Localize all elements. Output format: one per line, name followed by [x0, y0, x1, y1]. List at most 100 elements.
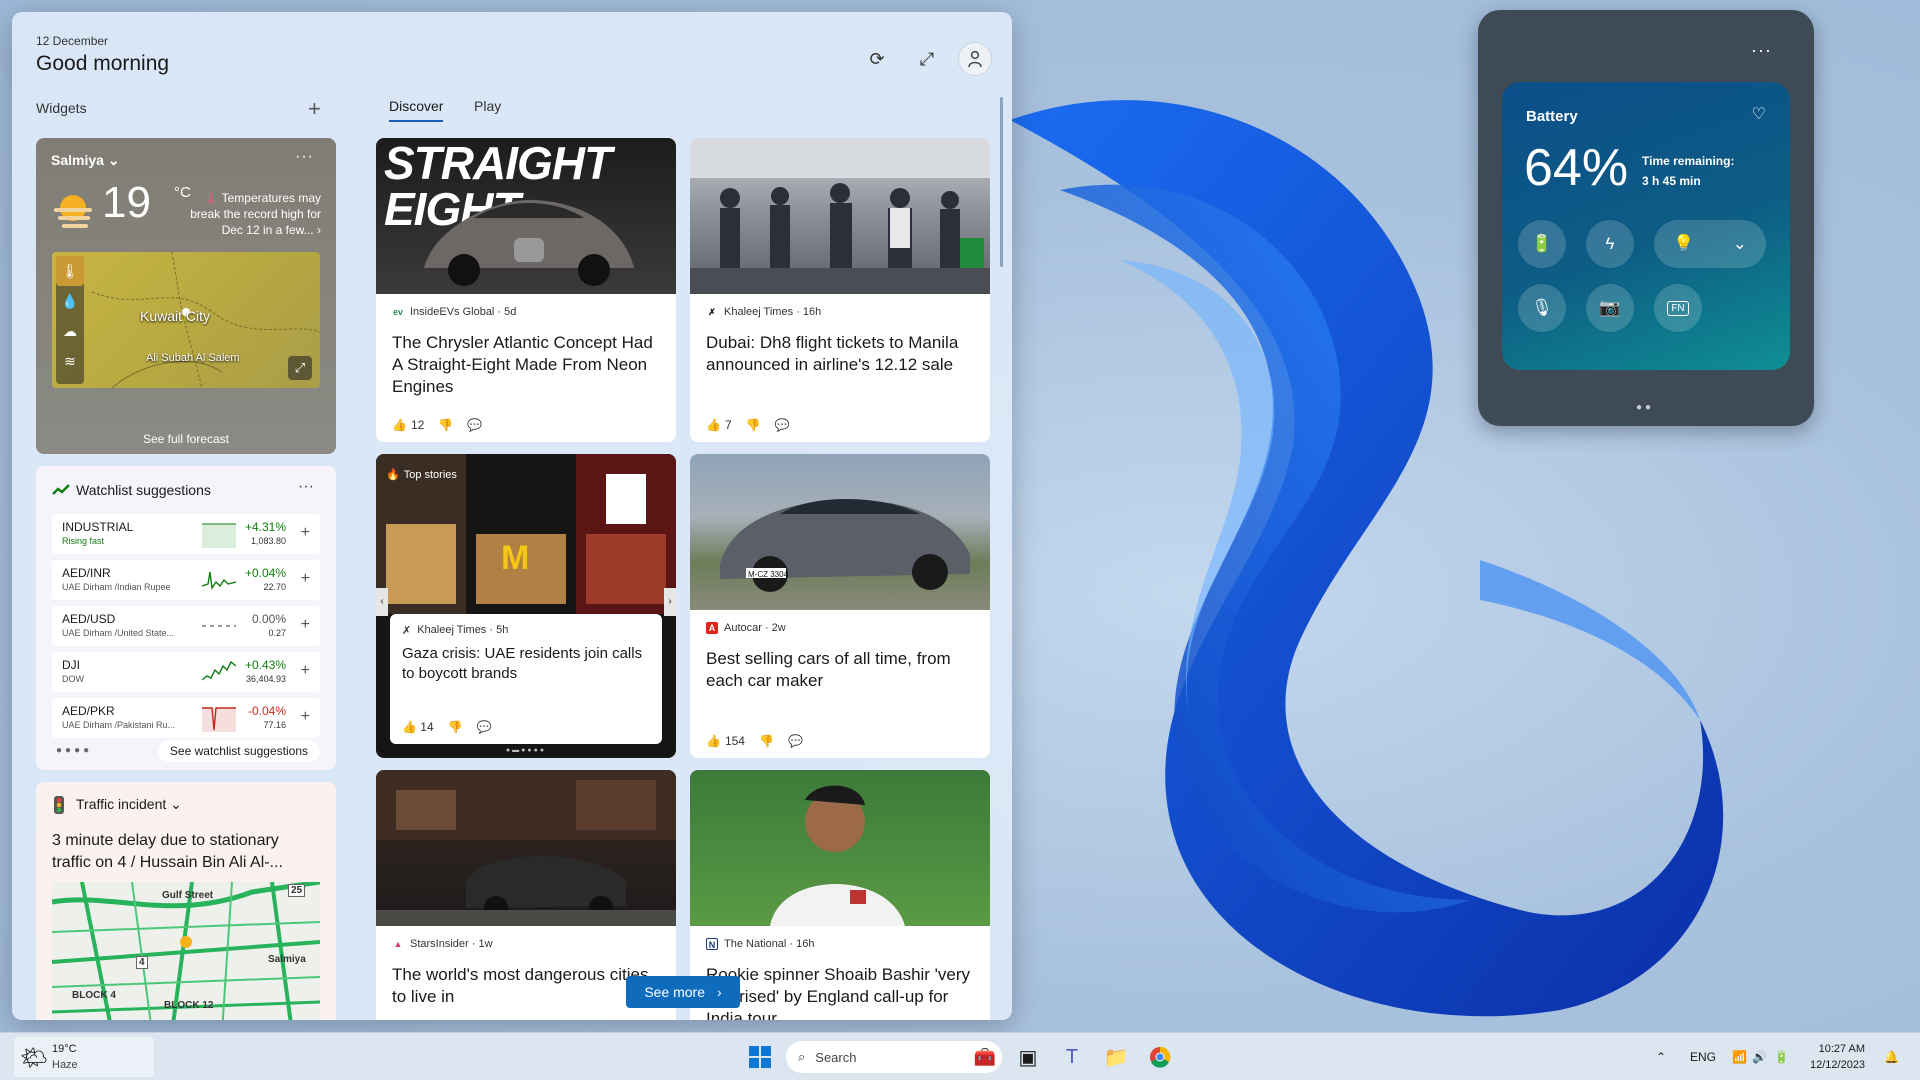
taskbar-weather[interactable]: 🌤 19°C Haze [14, 1037, 154, 1077]
watchlist-row[interactable]: AED/PKR UAE Dirham /Pakistani Ru... -0.0… [52, 698, 320, 738]
watchlist-row[interactable]: INDUSTRIAL Rising fast +4.31% 1,083.80 + [52, 514, 320, 554]
weather-location[interactable]: Salmiya ⌄ [51, 152, 120, 169]
like-button[interactable]: 👍 154 [706, 734, 745, 748]
thumbs-down-icon[interactable]: 👎 [448, 720, 463, 734]
news-source[interactable]: ▲ StarsInsider · 1w [392, 938, 493, 950]
news-title[interactable]: Rookie spinner Shoaib Bashir 'very surpr… [706, 964, 976, 1020]
show-hidden-icons-button[interactable]: ⌃ [1656, 1033, 1666, 1080]
carousel-next-button[interactable]: › [664, 588, 676, 616]
news-title[interactable]: Gaza crisis: UAE residents join calls to… [402, 644, 652, 684]
top-stories-card[interactable]: M 🔥 Top stories ‹ › ✗ Khaleej Times · 5h G… [376, 454, 676, 758]
news-card[interactable]: STRAIGHT EIGHT ev InsideEVs Global · 5d T… [376, 138, 676, 442]
news-card[interactable]: M-CZ 3304 A Autocar · 2w Best selling car… [690, 454, 990, 758]
news-image: M-CZ 3304 [690, 454, 990, 610]
microphone-button[interactable]: 🎙 [1518, 284, 1566, 332]
chrome-icon[interactable] [1144, 1041, 1176, 1073]
add-to-watchlist-button[interactable]: + [301, 616, 310, 634]
add-to-watchlist-button[interactable]: + [301, 524, 310, 542]
news-title[interactable]: Best selling cars of all time, from each… [706, 648, 976, 692]
comment-icon[interactable]: 💬 [788, 734, 803, 748]
notification-bell-icon[interactable]: 🔔 [1884, 1033, 1899, 1080]
file-explorer-icon[interactable]: 📁 [1100, 1041, 1132, 1073]
tab-discover[interactable]: Discover [389, 98, 444, 122]
temperature-layer-icon[interactable]: 🌡 [56, 256, 84, 286]
add-widget-button[interactable]: + [308, 96, 321, 122]
battery-page-dots[interactable]: ●● [1636, 402, 1654, 413]
pagination-dots[interactable]: ●●●● [56, 745, 92, 756]
wind-layer-icon[interactable]: ≋ [56, 346, 84, 376]
wifi-icon[interactable]: 📶 [1732, 1033, 1747, 1080]
thumbs-up-icon: 👍 [392, 418, 407, 432]
comment-off-icon[interactable]: 💬 [477, 720, 492, 734]
like-button[interactable]: 👍 7 [706, 418, 732, 432]
expand-icon[interactable]: ⤢ [910, 42, 944, 76]
weather-alert[interactable]: 🌡 Temperatures may break the record high… [186, 190, 321, 238]
battery-health-icon[interactable]: ♡ [1752, 104, 1766, 124]
cloud-layer-icon[interactable]: ☁ [56, 316, 84, 346]
see-full-forecast-link[interactable]: See full forecast [36, 432, 336, 446]
news-source[interactable]: N The National · 16h [706, 938, 815, 950]
language-indicator[interactable]: ENG [1690, 1033, 1716, 1080]
news-source[interactable]: A Autocar · 2w [706, 622, 786, 634]
avatar-icon[interactable] [958, 42, 992, 76]
stock-symbol: DJI [62, 658, 80, 672]
thumbs-down-icon[interactable]: 👎 [746, 418, 761, 432]
task-view-icon[interactable]: ▣ [1012, 1041, 1044, 1073]
news-title[interactable]: The world's most dangerous cities to liv… [392, 964, 662, 1008]
fn-lock-button[interactable]: FN [1654, 284, 1702, 332]
map-layer-toolbar[interactable]: 🌡 💧 ☁ ≋ [56, 256, 84, 384]
camera-button[interactable]: 📷 [1586, 284, 1634, 332]
volume-icon[interactable]: 🔊 [1752, 1033, 1767, 1080]
more-options-icon[interactable]: ··· [298, 478, 314, 496]
like-button[interactable]: 👍 12 [392, 418, 424, 432]
weather-map[interactable]: 🌡 💧 ☁ ≋ Kuwait City Ali Subah Al Salem ⤢ [52, 252, 320, 388]
weather-widget[interactable]: Salmiya ⌄ ··· 19 °C 🌡 Temperatures may b… [36, 138, 336, 454]
watchlist-row[interactable]: AED/USD UAE Dirham /United State... 0.00… [52, 606, 320, 646]
map-expand-icon[interactable]: ⤢ [288, 356, 312, 380]
start-button[interactable] [744, 1041, 776, 1073]
top-story-item[interactable]: ✗ Khaleej Times · 5h Gaza crisis: UAE res… [390, 614, 662, 744]
taskbar-clock[interactable]: 10:27 AM 12/12/2023 [1810, 1041, 1865, 1073]
cricketer-graphic [770, 785, 905, 926]
sun-haze-icon [54, 195, 92, 228]
stock-subtitle: DOW [62, 674, 84, 684]
more-options-icon[interactable]: ··· [295, 148, 314, 166]
tab-play[interactable]: Play [474, 98, 501, 120]
news-source[interactable]: ev InsideEVs Global · 5d [392, 306, 516, 318]
traffic-map[interactable]: Gulf Street Salmiya BLOCK 4 BLOCK 12 25 … [52, 882, 320, 1020]
precipitation-layer-icon[interactable]: 💧 [56, 286, 84, 316]
teams-icon[interactable]: T [1056, 1041, 1088, 1073]
add-to-watchlist-button[interactable]: + [301, 570, 310, 588]
battery-icon[interactable]: 🔋 [1774, 1033, 1789, 1080]
thumbs-down-icon[interactable]: 👎 [759, 734, 774, 748]
thumbs-down-icon[interactable]: 👎 [438, 418, 453, 432]
like-button[interactable]: 👍 14 [402, 720, 434, 734]
feed-scrollbar[interactable] [1000, 97, 1003, 267]
news-card[interactable]: ✗ Khaleej Times · 16h Dubai: Dh8 flight t… [690, 138, 990, 442]
brightness-control[interactable]: 💡 ⌄ [1654, 220, 1766, 268]
news-title[interactable]: Dubai: Dh8 flight tickets to Manila anno… [706, 332, 976, 376]
more-options-icon[interactable]: ··· [1751, 40, 1772, 61]
see-more-button[interactable]: See more › [626, 976, 740, 1008]
carousel-dots[interactable]: ●▬●●●● [376, 747, 676, 754]
news-source[interactable]: ✗ Khaleej Times · 5h [402, 624, 508, 637]
thumbs-up-icon: 👍 [706, 418, 721, 432]
carousel-prev-button[interactable]: ‹ [376, 588, 388, 616]
see-watchlist-suggestions-link[interactable]: See watchlist suggestions [157, 740, 320, 762]
watchlist-row[interactable]: AED/INR UAE Dirham /Indian Rupee +0.04% … [52, 560, 320, 600]
comment-icon[interactable]: 💬 [775, 418, 790, 432]
add-to-watchlist-button[interactable]: + [301, 708, 310, 726]
add-to-watchlist-button[interactable]: + [301, 662, 310, 680]
taskbar-search[interactable]: ⌕ Search 🧰 [786, 1041, 1002, 1073]
battery-saver-button[interactable]: 🔋 [1518, 220, 1566, 268]
traffic-title[interactable]: Traffic incident ⌄ [76, 796, 182, 813]
sparkline-chart [202, 625, 236, 627]
comment-icon[interactable]: 💬 [467, 418, 482, 432]
news-source[interactable]: ✗ Khaleej Times · 16h [706, 306, 821, 318]
watchlist-row[interactable]: DJI DOW +0.43% 36,404.93 + [52, 652, 320, 692]
news-title[interactable]: The Chrysler Atlantic Concept Had A Stra… [392, 332, 662, 398]
news-actions: 👍 12 👎 💬 [392, 418, 482, 432]
power-mode-button[interactable]: ϟ [1586, 220, 1634, 268]
traffic-widget[interactable]: Traffic incident ⌄ 3 minute delay due to… [36, 782, 336, 1020]
refresh-icon[interactable]: ⟳ [860, 42, 894, 76]
